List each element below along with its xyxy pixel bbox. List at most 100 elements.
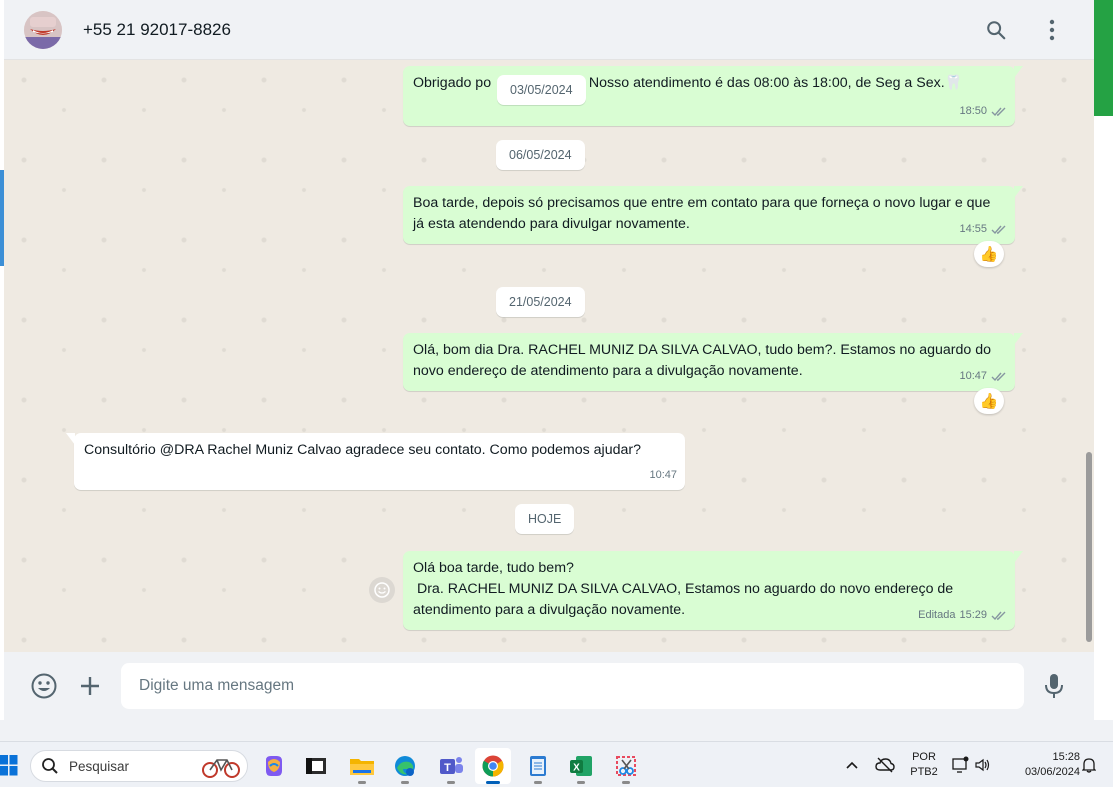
svg-text:T: T [444, 762, 451, 774]
message-text: Obrigado po r. Nosso atendimento é das 08… [413, 75, 962, 91]
background-window-edge-right [1094, 0, 1113, 720]
scrollbar[interactable] [1086, 452, 1092, 642]
react-button[interactable] [369, 577, 395, 603]
message-time: 14:55 [959, 223, 987, 235]
chrome-icon [482, 755, 504, 777]
search-icon [987, 20, 1006, 39]
clock[interactable]: 15:28 03/06/2024 [1002, 742, 1080, 787]
message-outgoing[interactable]: Boa tarde, depois só precisamos que entr… [403, 186, 1023, 244]
kebab-menu-icon [1049, 19, 1055, 40]
attach-button[interactable] [78, 672, 102, 705]
cloud-offline-icon [875, 757, 895, 773]
bubble-tail [1014, 66, 1023, 78]
search-label: Pesquisar [69, 758, 130, 774]
message-line: Olá boa tarde, tudo bem? [413, 560, 574, 576]
read-ticks-icon [991, 372, 1006, 382]
avatar-image [24, 10, 62, 49]
excel-icon: X [570, 756, 592, 776]
message-time: 15:29 [959, 609, 987, 621]
notepad-app[interactable] [520, 748, 556, 784]
teams-icon: T [440, 757, 463, 774]
message-text: Consultório @DRA Rachel Muniz Calvao agr… [84, 442, 641, 458]
clock-date: 03/06/2024 [1024, 766, 1080, 778]
composer [4, 652, 1094, 720]
keyboard-layout: PTB2 [910, 766, 938, 778]
bubble-tail [1014, 551, 1023, 563]
clock-time: 15:28 [1052, 751, 1080, 763]
start-button[interactable] [0, 754, 18, 781]
message-meta: 10:47 [959, 366, 1007, 387]
copilot-app[interactable] [256, 748, 292, 784]
bicycle-icon [202, 759, 240, 778]
message-text: Olá, bom dia Dra. RACHEL MUNIZ DA SILVA … [413, 342, 991, 379]
search-button[interactable] [980, 14, 1012, 46]
svg-text:X: X [573, 763, 580, 774]
emoji-button[interactable] [30, 672, 58, 705]
notifications-button[interactable] [1080, 742, 1098, 787]
message-outgoing[interactable]: Obrigado po r. Nosso atendimento é das 08… [403, 66, 1023, 126]
network-volume-status[interactable] [948, 742, 996, 787]
network-volume-icon [952, 756, 990, 773]
show-hidden-icons-button[interactable] [842, 742, 862, 787]
menu-button[interactable] [1036, 14, 1068, 46]
onedrive-status[interactable] [872, 742, 898, 787]
windows-taskbar: Pesquisar T X POR PTB2 15:28 03/06/2024 [0, 741, 1113, 787]
message-input[interactable] [121, 663, 1024, 709]
terminal-icon [306, 758, 326, 774]
read-ticks-icon [991, 107, 1006, 117]
reaction-badge[interactable]: 👍 [974, 388, 1004, 414]
avatar[interactable] [24, 10, 62, 49]
edited-label: Editada [918, 609, 956, 621]
message-incoming[interactable]: Consultório @DRA Rachel Muniz Calvao agr… [66, 433, 685, 490]
message-meta: Editada 15:29 [918, 605, 1007, 626]
message-line: Dra. RACHEL MUNIZ DA SILVA CALVAO, Estam… [413, 581, 958, 618]
chrome-app[interactable] [475, 748, 511, 784]
emoji-icon [31, 673, 57, 699]
microphone-icon [1045, 674, 1063, 698]
windows-logo-icon [0, 755, 18, 776]
message-text-part: Obrigado po [413, 75, 492, 91]
chevron-up-icon [846, 761, 858, 769]
message-text: Boa tarde, depois só precisamos que entr… [413, 195, 991, 232]
language-code: POR [912, 751, 936, 763]
file-explorer-icon [350, 759, 374, 775]
date-divider: 06/05/2024 [496, 140, 585, 170]
read-ticks-icon [991, 611, 1006, 621]
terminal-app[interactable] [298, 748, 334, 784]
excel-app[interactable]: X [563, 748, 599, 784]
message-meta: 10:47 [649, 465, 677, 486]
message-outgoing[interactable]: Olá boa tarde, tudo bem? Dra. RACHEL MUN… [403, 551, 1023, 630]
message-time: 18:50 [959, 105, 987, 117]
message-text: Olá boa tarde, tudo bem? Dra. RACHEL MUN… [413, 560, 957, 618]
taskbar-search[interactable]: Pesquisar [30, 750, 248, 782]
message-text-part: r. Nosso atendimento é das 08:00 às 18:0… [577, 75, 963, 91]
search-icon [42, 758, 58, 774]
background-window-accent-right [1094, 0, 1113, 116]
input-language[interactable]: POR PTB2 [905, 742, 943, 787]
smiley-icon [374, 582, 390, 598]
file-explorer-app[interactable] [344, 748, 380, 784]
voice-message-button[interactable] [1042, 672, 1066, 705]
bell-icon [1082, 758, 1096, 773]
copilot-icon [266, 756, 282, 776]
message-time: 10:47 [959, 370, 987, 382]
read-ticks-icon [991, 225, 1006, 235]
date-divider: 21/05/2024 [496, 287, 585, 317]
teams-app[interactable]: T [433, 748, 469, 784]
edge-icon [395, 756, 415, 776]
message-meta: 14:55 [959, 219, 1007, 240]
snipping-tool-app[interactable] [608, 748, 644, 784]
snipping-tool-icon [616, 756, 636, 776]
message-list[interactable]: Obrigado po r. Nosso atendimento é das 08… [4, 60, 1094, 652]
bubble-tail [1014, 333, 1023, 345]
message-meta: 18:50 [959, 101, 1007, 122]
notepad-icon [530, 756, 546, 776]
date-divider: HOJE [515, 504, 575, 534]
edge-app[interactable] [387, 748, 423, 784]
message-outgoing[interactable]: Olá, bom dia Dra. RACHEL MUNIZ DA SILVA … [403, 333, 1023, 391]
date-divider: 03/05/2024 [497, 75, 586, 105]
contact-name[interactable]: +55 21 92017-8826 [83, 20, 231, 40]
reaction-badge[interactable]: 👍 [974, 241, 1004, 267]
bubble-tail [1014, 186, 1023, 198]
plus-icon [81, 677, 99, 695]
